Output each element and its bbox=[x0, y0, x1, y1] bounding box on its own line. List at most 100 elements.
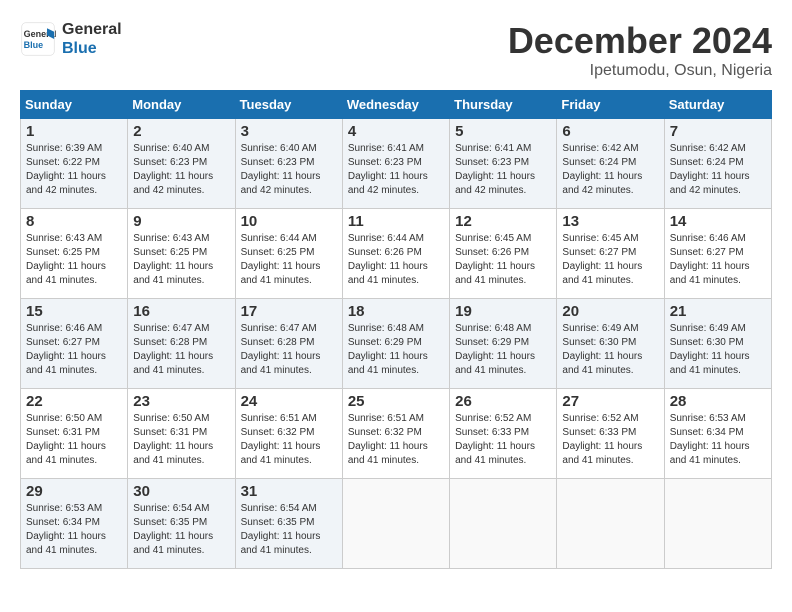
calendar-cell bbox=[342, 479, 449, 569]
day-info: Sunrise: 6:51 AM Sunset: 6:32 PM Dayligh… bbox=[348, 412, 444, 468]
location-title: Ipetumodu, Osun, Nigeria bbox=[508, 62, 772, 80]
day-number: 17 bbox=[241, 303, 337, 320]
calendar-cell: 22 Sunrise: 6:50 AM Sunset: 6:31 PM Dayli… bbox=[21, 389, 128, 479]
logo-text-general: General bbox=[62, 20, 122, 39]
day-info: Sunrise: 6:46 AM Sunset: 6:27 PM Dayligh… bbox=[26, 322, 122, 378]
day-info: Sunrise: 6:41 AM Sunset: 6:23 PM Dayligh… bbox=[455, 142, 551, 198]
day-number: 2 bbox=[133, 123, 229, 140]
day-info: Sunrise: 6:48 AM Sunset: 6:29 PM Dayligh… bbox=[455, 322, 551, 378]
day-info: Sunrise: 6:43 AM Sunset: 6:25 PM Dayligh… bbox=[133, 232, 229, 288]
day-info: Sunrise: 6:47 AM Sunset: 6:28 PM Dayligh… bbox=[133, 322, 229, 378]
calendar-cell: 11Sunrise: 6:44 AM Sunset: 6:26 PM Dayli… bbox=[342, 209, 449, 299]
logo-text-blue: Blue bbox=[62, 39, 122, 58]
calendar-cell: 17Sunrise: 6:47 AM Sunset: 6:28 PM Dayli… bbox=[235, 299, 342, 389]
day-number: 16 bbox=[133, 303, 229, 320]
day-number: 27 bbox=[562, 393, 658, 410]
day-info: Sunrise: 6:42 AM Sunset: 6:24 PM Dayligh… bbox=[562, 142, 658, 198]
day-info: Sunrise: 6:40 AM Sunset: 6:23 PM Dayligh… bbox=[241, 142, 337, 198]
title-area: December 2024 Ipetumodu, Osun, Nigeria bbox=[508, 20, 772, 80]
calendar-cell: 12 Sunrise: 6:45 AM Sunset: 6:26 PM Dayli… bbox=[450, 209, 557, 299]
day-number: 29 bbox=[26, 483, 122, 500]
day-number: 13 bbox=[562, 213, 658, 230]
day-number: 11 bbox=[348, 213, 444, 230]
day-number: 7 bbox=[670, 123, 766, 140]
column-header-monday: Monday bbox=[128, 91, 235, 119]
column-header-sunday: Sunday bbox=[21, 91, 128, 119]
day-number: 25 bbox=[348, 393, 444, 410]
column-header-saturday: Saturday bbox=[664, 91, 771, 119]
day-info: Sunrise: 6:40 AM Sunset: 6:23 PM Dayligh… bbox=[133, 142, 229, 198]
calendar-cell: 18 Sunrise: 6:48 AM Sunset: 6:29 PM Dayli… bbox=[342, 299, 449, 389]
day-number: 26 bbox=[455, 393, 551, 410]
calendar-cell bbox=[557, 479, 664, 569]
day-number: 21 bbox=[670, 303, 766, 320]
column-header-tuesday: Tuesday bbox=[235, 91, 342, 119]
calendar-header-row: SundayMondayTuesdayWednesdayThursdayFrid… bbox=[21, 91, 772, 119]
day-info: Sunrise: 6:52 AM Sunset: 6:33 PM Dayligh… bbox=[455, 412, 551, 468]
day-number: 22 bbox=[26, 393, 122, 410]
day-number: 4 bbox=[348, 123, 444, 140]
svg-text:Blue: Blue bbox=[24, 40, 44, 50]
day-info: Sunrise: 6:45 AM Sunset: 6:27 PM Dayligh… bbox=[562, 232, 658, 288]
calendar-cell: 19Sunrise: 6:48 AM Sunset: 6:29 PM Dayli… bbox=[450, 299, 557, 389]
day-number: 3 bbox=[241, 123, 337, 140]
day-number: 15 bbox=[26, 303, 122, 320]
day-number: 30 bbox=[133, 483, 229, 500]
column-header-wednesday: Wednesday bbox=[342, 91, 449, 119]
calendar-cell: 8 Sunrise: 6:43 AM Sunset: 6:25 PM Daylig… bbox=[21, 209, 128, 299]
calendar-week-row: 8 Sunrise: 6:43 AM Sunset: 6:25 PM Daylig… bbox=[21, 209, 772, 299]
day-info: Sunrise: 6:52 AM Sunset: 6:33 PM Dayligh… bbox=[562, 412, 658, 468]
calendar-cell: 24Sunrise: 6:51 AM Sunset: 6:32 PM Dayli… bbox=[235, 389, 342, 479]
calendar-cell: 15 Sunrise: 6:46 AM Sunset: 6:27 PM Dayli… bbox=[21, 299, 128, 389]
day-number: 23 bbox=[133, 393, 229, 410]
calendar-cell: 14Sunrise: 6:46 AM Sunset: 6:27 PM Dayli… bbox=[664, 209, 771, 299]
day-info: Sunrise: 6:49 AM Sunset: 6:30 PM Dayligh… bbox=[562, 322, 658, 378]
calendar-cell: 25 Sunrise: 6:51 AM Sunset: 6:32 PM Dayli… bbox=[342, 389, 449, 479]
day-info: Sunrise: 6:50 AM Sunset: 6:31 PM Dayligh… bbox=[26, 412, 122, 468]
calendar-cell: 23Sunrise: 6:50 AM Sunset: 6:31 PM Dayli… bbox=[128, 389, 235, 479]
day-number: 9 bbox=[133, 213, 229, 230]
calendar-week-row: 29 Sunrise: 6:53 AM Sunset: 6:34 PM Dayli… bbox=[21, 479, 772, 569]
day-info: Sunrise: 6:43 AM Sunset: 6:25 PM Dayligh… bbox=[26, 232, 122, 288]
day-info: Sunrise: 6:41 AM Sunset: 6:23 PM Dayligh… bbox=[348, 142, 444, 198]
calendar-cell: 7Sunrise: 6:42 AM Sunset: 6:24 PM Daylig… bbox=[664, 119, 771, 209]
day-number: 31 bbox=[241, 483, 337, 500]
calendar-cell: 4 Sunrise: 6:41 AM Sunset: 6:23 PM Daylig… bbox=[342, 119, 449, 209]
logo: General Blue General Blue bbox=[20, 20, 122, 58]
calendar-table: SundayMondayTuesdayWednesdayThursdayFrid… bbox=[20, 90, 772, 569]
month-title: December 2024 bbox=[508, 20, 772, 62]
day-info: Sunrise: 6:48 AM Sunset: 6:29 PM Dayligh… bbox=[348, 322, 444, 378]
calendar-cell: 6 Sunrise: 6:42 AM Sunset: 6:24 PM Daylig… bbox=[557, 119, 664, 209]
calendar-cell: 29 Sunrise: 6:53 AM Sunset: 6:34 PM Dayli… bbox=[21, 479, 128, 569]
day-info: Sunrise: 6:45 AM Sunset: 6:26 PM Dayligh… bbox=[455, 232, 551, 288]
calendar-cell: 16 Sunrise: 6:47 AM Sunset: 6:28 PM Dayli… bbox=[128, 299, 235, 389]
calendar-cell: 3 Sunrise: 6:40 AM Sunset: 6:23 PM Daylig… bbox=[235, 119, 342, 209]
day-info: Sunrise: 6:53 AM Sunset: 6:34 PM Dayligh… bbox=[26, 502, 122, 558]
day-number: 5 bbox=[455, 123, 551, 140]
calendar-cell: 9 Sunrise: 6:43 AM Sunset: 6:25 PM Daylig… bbox=[128, 209, 235, 299]
calendar-cell: 2 Sunrise: 6:40 AM Sunset: 6:23 PM Daylig… bbox=[128, 119, 235, 209]
calendar-week-row: 15 Sunrise: 6:46 AM Sunset: 6:27 PM Dayli… bbox=[21, 299, 772, 389]
day-info: Sunrise: 6:49 AM Sunset: 6:30 PM Dayligh… bbox=[670, 322, 766, 378]
day-number: 1 bbox=[26, 123, 122, 140]
day-info: Sunrise: 6:54 AM Sunset: 6:35 PM Dayligh… bbox=[241, 502, 337, 558]
day-info: Sunrise: 6:44 AM Sunset: 6:25 PM Dayligh… bbox=[241, 232, 337, 288]
calendar-week-row: 22 Sunrise: 6:50 AM Sunset: 6:31 PM Dayli… bbox=[21, 389, 772, 479]
day-number: 6 bbox=[562, 123, 658, 140]
calendar-cell: 10 Sunrise: 6:44 AM Sunset: 6:25 PM Dayli… bbox=[235, 209, 342, 299]
day-number: 10 bbox=[241, 213, 337, 230]
day-number: 18 bbox=[348, 303, 444, 320]
calendar-week-row: 1Sunrise: 6:39 AM Sunset: 6:22 PM Daylig… bbox=[21, 119, 772, 209]
calendar-cell: 28Sunrise: 6:53 AM Sunset: 6:34 PM Dayli… bbox=[664, 389, 771, 479]
day-info: Sunrise: 6:53 AM Sunset: 6:34 PM Dayligh… bbox=[670, 412, 766, 468]
day-number: 8 bbox=[26, 213, 122, 230]
calendar-cell: 30Sunrise: 6:54 AM Sunset: 6:35 PM Dayli… bbox=[128, 479, 235, 569]
header: General Blue General Blue December 2024 … bbox=[20, 20, 772, 80]
day-info: Sunrise: 6:46 AM Sunset: 6:27 PM Dayligh… bbox=[670, 232, 766, 288]
day-number: 20 bbox=[562, 303, 658, 320]
logo-icon: General Blue bbox=[20, 21, 56, 57]
calendar-cell: 1Sunrise: 6:39 AM Sunset: 6:22 PM Daylig… bbox=[21, 119, 128, 209]
calendar-cell bbox=[664, 479, 771, 569]
day-number: 12 bbox=[455, 213, 551, 230]
calendar-cell: 27 Sunrise: 6:52 AM Sunset: 6:33 PM Dayli… bbox=[557, 389, 664, 479]
